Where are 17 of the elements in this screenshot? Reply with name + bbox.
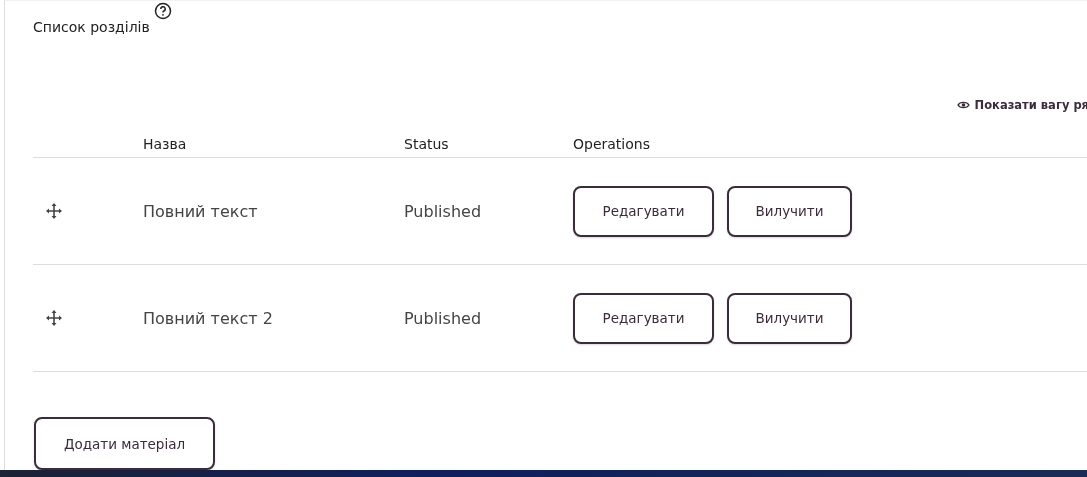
edit-button[interactable]: Редагувати [573,185,714,237]
edit-button[interactable]: Редагувати [573,292,714,344]
row-name: Повний текст [143,201,259,221]
delete-button[interactable]: Вилучити [727,185,852,237]
column-header: Status [404,136,450,152]
add-material-button[interactable]: Додати матеріал [34,417,215,470]
row-status: Published [404,201,483,221]
column-header: Operations [573,136,651,152]
row-name: Повний текст 2 [143,308,274,328]
delete-button[interactable]: Вилучити [727,292,852,344]
help-icon[interactable] [153,2,172,20]
drag-handle-icon[interactable] [46,310,62,326]
row-status: Published [404,308,483,328]
column-header: Назва [143,136,188,152]
eye-icon [956,100,970,110]
drag-handle-icon[interactable] [46,203,62,219]
section-title: Список розділів [33,19,150,35]
